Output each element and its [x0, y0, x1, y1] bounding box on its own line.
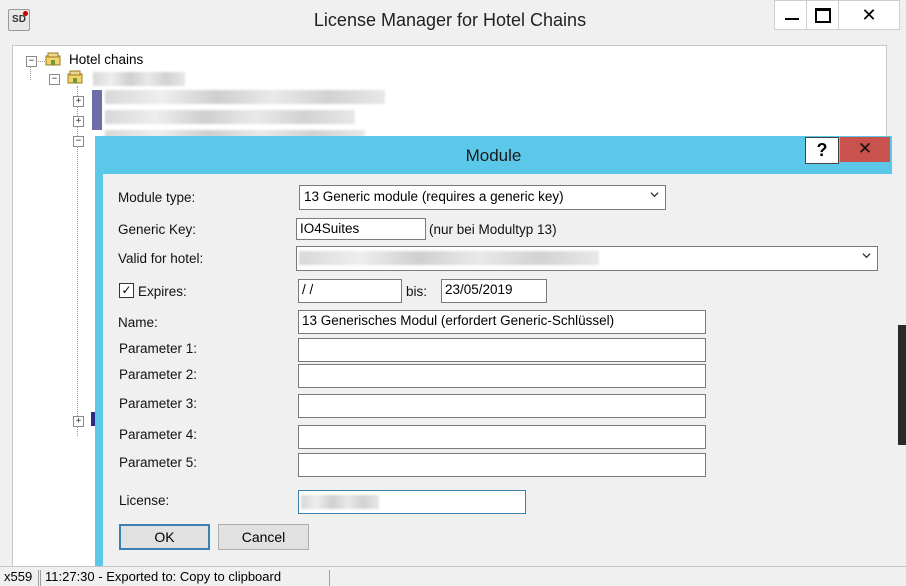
dialog-close-button[interactable]: ✕ — [840, 137, 890, 162]
parameter-3-input[interactable] — [298, 394, 706, 418]
redacted-chain-name[interactable] — [93, 72, 185, 86]
module-type-value: 13 Generic module (requires a generic ke… — [304, 189, 564, 204]
module-type-select[interactable]: 13 Generic module (requires a generic ke… — [299, 185, 666, 210]
expand-icon[interactable]: + — [73, 116, 84, 127]
parameter-4-label: Parameter 4: — [119, 427, 198, 442]
help-icon: ? — [816, 140, 828, 160]
valid-for-hotel-label: Valid for hotel: — [118, 251, 204, 266]
valid-for-hotel-select[interactable] — [296, 246, 878, 271]
module-dialog: Module ? ✕ Module type: 13 Generic modul… — [95, 136, 892, 566]
generic-key-hint: (nur bei Modultyp 13) — [429, 222, 557, 237]
generic-key-label: Generic Key: — [118, 222, 197, 237]
expires-checkbox[interactable]: ✓ — [119, 283, 134, 298]
name-label: Name: — [118, 315, 158, 330]
parameter-2-label: Parameter 2: — [119, 367, 198, 382]
collapse-icon[interactable]: − — [26, 56, 37, 67]
close-icon: ✕ — [857, 139, 873, 158]
redacted-license-value — [301, 495, 379, 509]
parameter-1-input[interactable] — [298, 338, 706, 362]
minimize-icon — [785, 18, 799, 20]
hotel-node-icon — [92, 90, 102, 130]
close-icon: ✕ — [861, 4, 877, 25]
module-type-label: Module type: — [118, 190, 196, 205]
main-title-bar: SD License Manager for Hotel Chains ✕ — [0, 0, 906, 40]
redacted-hotel-name[interactable] — [105, 90, 385, 104]
tree-connector — [30, 66, 31, 80]
chevron-down-icon — [650, 192, 659, 198]
license-label: License: — [119, 493, 170, 508]
status-record-count: x559 — [0, 570, 39, 586]
dialog-title: Module — [465, 146, 522, 165]
window-title: License Manager for Hotel Chains — [313, 10, 587, 30]
expires-to-input[interactable]: 23/05/2019 — [441, 279, 547, 303]
maximize-icon — [815, 7, 831, 23]
bis-label: bis: — [406, 284, 428, 299]
license-input[interactable] — [298, 490, 526, 514]
tree-connector — [77, 146, 78, 436]
tree-root-label[interactable]: Hotel chains — [69, 52, 143, 67]
parameter-2-input[interactable] — [298, 364, 706, 388]
status-bar: x559 11:27:30 - Exported to: Copy to cli… — [0, 566, 906, 586]
generic-key-input[interactable]: IO4Suites — [296, 218, 426, 240]
expires-label: Expires: — [138, 284, 187, 299]
checkmark-icon: ✓ — [121, 283, 132, 297]
redacted-hotel-name[interactable] — [105, 110, 355, 124]
parameter-1-label: Parameter 1: — [119, 341, 198, 356]
hotel-chain-icon — [45, 52, 61, 66]
status-message: 11:27:30 - Exported to: Copy to clipboar… — [40, 570, 330, 586]
ok-button[interactable]: OK — [119, 524, 210, 550]
cancel-button[interactable]: Cancel — [218, 524, 309, 550]
parameter-3-label: Parameter 3: — [119, 396, 198, 411]
help-button[interactable]: ? — [805, 137, 839, 164]
hotel-chain-icon — [67, 70, 83, 84]
parameter-4-input[interactable] — [298, 425, 706, 449]
maximize-button[interactable] — [806, 0, 840, 30]
window-close-button[interactable]: ✕ — [838, 0, 900, 30]
collapse-icon[interactable]: − — [49, 74, 60, 85]
expand-icon[interactable]: + — [73, 96, 84, 107]
parameter-5-label: Parameter 5: — [119, 455, 198, 470]
expand-icon[interactable]: + — [73, 416, 84, 427]
redacted-hotel-value — [299, 251, 599, 265]
minimize-button[interactable] — [774, 0, 810, 30]
chevron-down-icon — [862, 253, 871, 259]
expires-from-input[interactable]: / / — [298, 279, 402, 303]
name-input[interactable]: 13 Generisches Modul (erfordert Generic-… — [298, 310, 706, 334]
module-dialog-title-bar: Module ? ✕ — [95, 136, 892, 174]
scrollbar-thumb[interactable] — [898, 325, 906, 445]
parameter-5-input[interactable] — [298, 453, 706, 477]
collapse-icon[interactable]: − — [73, 136, 84, 147]
dialog-body: Module type: 13 Generic module (requires… — [103, 174, 892, 566]
